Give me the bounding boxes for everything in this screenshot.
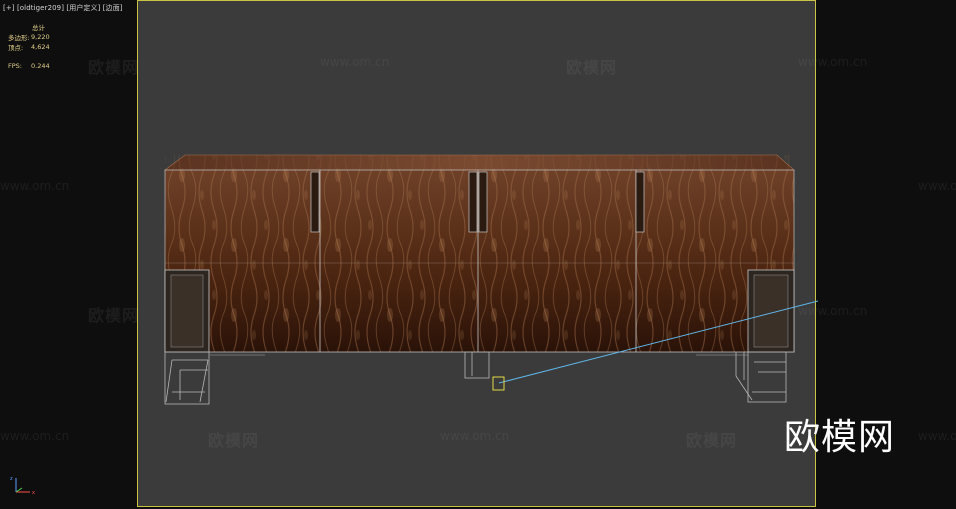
cabinet-top (164, 154, 795, 171)
cabinet-side-box-right (747, 269, 795, 353)
viewport-label[interactable]: [+] [oldtiger209] [用户定义] [边面] (3, 3, 123, 13)
stats-value: 4,624 (31, 43, 50, 51)
stats-value: 9,220 (31, 33, 50, 41)
cabinet-center-support (464, 351, 490, 379)
cabinet-leg-right (735, 351, 787, 403)
cabinet-side-box-left (164, 269, 210, 353)
stats-row-polygons: 多边形: 9,220 (8, 32, 50, 42)
svg-text:z: z (10, 476, 13, 482)
stats-value: 0.244 (31, 62, 50, 70)
brand-logo: 欧模网 (784, 417, 896, 458)
stats-row-vertices: 顶点: 4,624 (8, 42, 50, 52)
axis-tripod-icon: z x (10, 476, 35, 496)
stats-key: 多边形: (8, 34, 30, 42)
stats-panel: 总计 多边形: 9,220 顶点: 4,624 FPS: 0.244 (8, 22, 50, 71)
svg-text:x: x (32, 490, 35, 496)
stats-row-fps: FPS: 0.244 (8, 61, 50, 71)
cabinet-front (164, 169, 795, 353)
stats-key: FPS: (8, 62, 22, 70)
pivot-gizmo[interactable] (492, 376, 505, 391)
cabinet-base (165, 351, 794, 356)
stats-total-label: 总计 (32, 24, 45, 32)
cabinet-leg-left (164, 351, 210, 405)
stats-key: 顶点: (8, 44, 24, 52)
